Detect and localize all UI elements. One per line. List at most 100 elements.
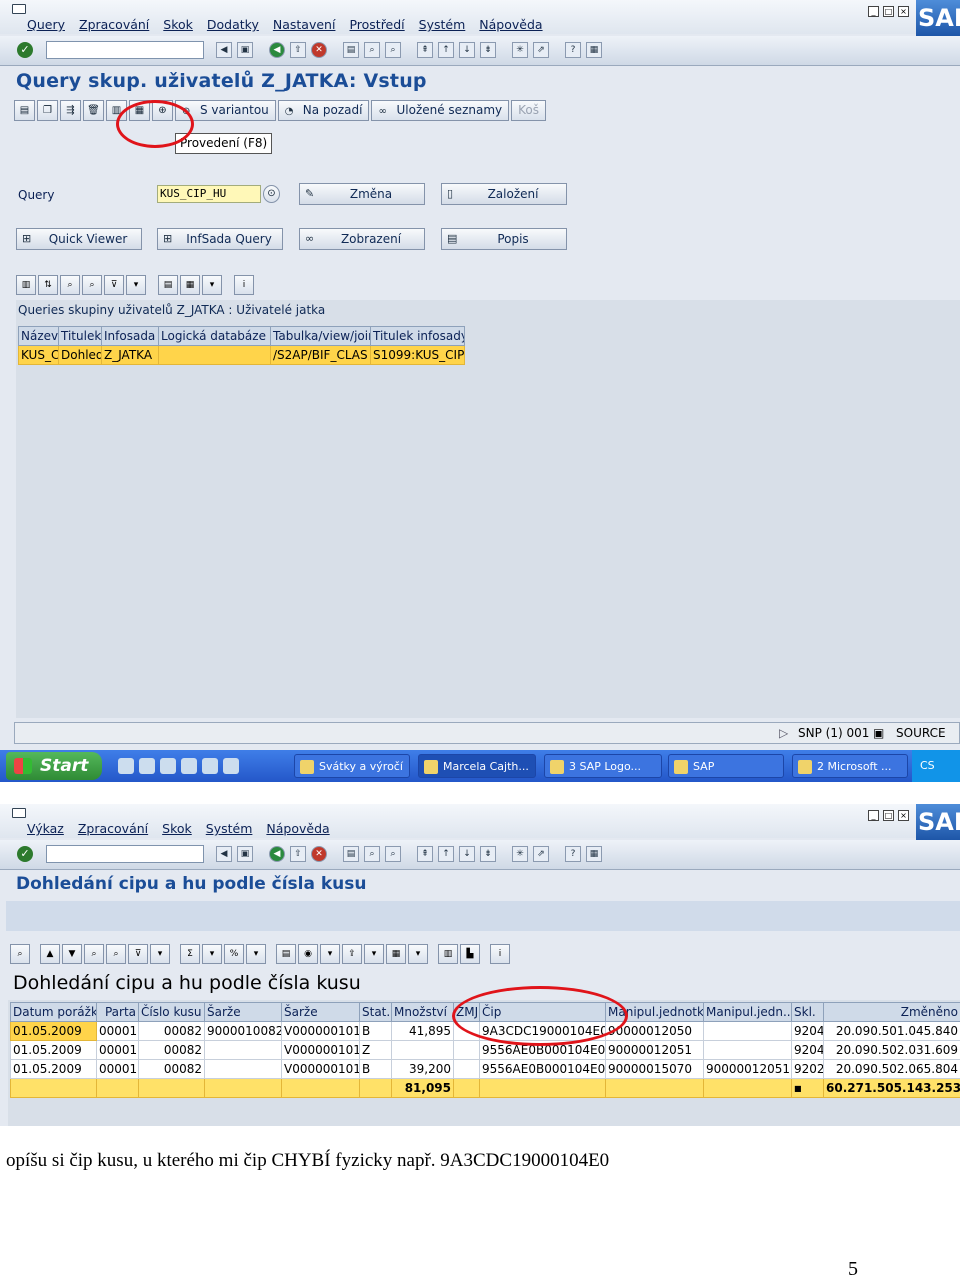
- dropdown-icon[interactable]: ▾: [126, 275, 146, 295]
- layout-icon[interactable]: ▦: [386, 944, 406, 964]
- find-next-icon[interactable]: ⌕: [82, 275, 102, 295]
- find-next-icon[interactable]: ⌕: [106, 944, 126, 964]
- cell-batch[interactable]: [205, 1060, 282, 1079]
- find-icon[interactable]: ⌕: [84, 944, 104, 964]
- status-server-icon[interactable]: ▣: [873, 726, 884, 740]
- column-header[interactable]: Množství: [392, 1003, 454, 1022]
- start-button[interactable]: Start: [6, 752, 102, 780]
- new-session-icon[interactable]: ✳: [512, 846, 528, 862]
- exit-icon[interactable]: ⇧: [290, 42, 306, 58]
- app-icon[interactable]: [223, 758, 239, 774]
- taskbar-item[interactable]: 3 SAP Logo...: [544, 754, 662, 778]
- cancel-icon[interactable]: ✕: [311, 42, 327, 58]
- menu-help[interactable]: Nápověda: [266, 821, 329, 836]
- close-icon[interactable]: ×: [898, 810, 909, 821]
- cancel-icon[interactable]: ✕: [311, 846, 327, 862]
- transport-icon[interactable]: ⇶: [60, 100, 81, 121]
- column-header[interactable]: Datum porážky: [11, 1003, 97, 1022]
- menu-goto[interactable]: Skok: [163, 17, 193, 32]
- back-icon[interactable]: ◀: [269, 42, 285, 58]
- save-icon[interactable]: [160, 758, 176, 774]
- system-menu-icon[interactable]: [12, 808, 26, 818]
- app-icon[interactable]: [202, 758, 218, 774]
- filter-icon[interactable]: ⊽: [104, 275, 124, 295]
- maximize-icon[interactable]: □: [883, 6, 894, 17]
- save-icon[interactable]: ▣: [237, 42, 253, 58]
- prev-page-icon[interactable]: ↑: [438, 42, 454, 58]
- column-header[interactable]: Titulek: [59, 327, 102, 346]
- column-header[interactable]: Číslo kusu: [139, 1003, 205, 1022]
- outlook-icon[interactable]: [139, 758, 155, 774]
- cell-batch2[interactable]: V000000101: [282, 1041, 360, 1060]
- execute-print-icon[interactable]: ▤: [14, 100, 35, 121]
- query-input[interactable]: KUS_CIP_HU: [157, 185, 261, 203]
- dropdown-icon[interactable]: ▾: [408, 944, 428, 964]
- cell-batch2[interactable]: V000000101: [282, 1060, 360, 1079]
- minimize-icon[interactable]: _: [868, 6, 879, 17]
- dropdown-icon[interactable]: ▾: [246, 944, 266, 964]
- cell-piece-number[interactable]: 00082: [139, 1041, 205, 1060]
- cell-infoset-title[interactable]: S1099:KUS_CIP: [371, 346, 465, 365]
- chart-icon[interactable]: ▙: [460, 944, 480, 964]
- layout-icon[interactable]: ▦: [586, 42, 602, 58]
- taskbar-item[interactable]: Marcela Cajth...: [418, 754, 536, 778]
- column-header[interactable]: Stat.: [360, 1003, 392, 1022]
- cell-handling-unit[interactable]: 90000015070: [606, 1060, 704, 1079]
- taskbar-item[interactable]: Svátky a výročí: [294, 754, 410, 778]
- last-page-icon[interactable]: ⇟: [480, 846, 496, 862]
- print-icon[interactable]: ▤: [276, 944, 296, 964]
- dropdown-icon[interactable]: ▾: [202, 944, 222, 964]
- cell-logical-db[interactable]: [159, 346, 271, 365]
- cell-batch[interactable]: [205, 1041, 282, 1060]
- cell-date[interactable]: 01.05.2009: [11, 1060, 97, 1079]
- maximize-icon[interactable]: □: [883, 810, 894, 821]
- cell-party[interactable]: 00001: [97, 1060, 139, 1079]
- cell-piece-number[interactable]: 00082: [139, 1060, 205, 1079]
- new-session-icon[interactable]: ✳: [512, 42, 528, 58]
- cell-table[interactable]: /S2AP/BIF_CLAS: [271, 346, 371, 365]
- menu-settings[interactable]: Nastavení: [273, 17, 336, 32]
- cell-name[interactable]: KUS_CIP_HU: [19, 346, 59, 365]
- views-icon[interactable]: ◉: [298, 944, 318, 964]
- save-icon[interactable]: ▣: [237, 846, 253, 862]
- cell-storage[interactable]: 9204: [792, 1041, 824, 1060]
- column-header[interactable]: Název: [19, 327, 59, 346]
- cell-unit[interactable]: [454, 1041, 480, 1060]
- change-button[interactable]: ✎Změna: [299, 183, 425, 205]
- exit-icon[interactable]: ⇧: [290, 846, 306, 862]
- cell-storage[interactable]: 9204: [792, 1022, 824, 1041]
- subtotal-icon[interactable]: %: [224, 944, 244, 964]
- table-row[interactable]: KUS_CIP_HU Dohledání čipu Z_JATKA /S2AP/…: [19, 346, 465, 365]
- taskbar-item[interactable]: SAP: [668, 754, 784, 778]
- first-page-icon[interactable]: ⇞: [417, 846, 433, 862]
- back-icon[interactable]: ◀: [269, 846, 285, 862]
- layout-icon[interactable]: ▦: [586, 846, 602, 862]
- cell-chip[interactable]: 9556AE0B000104E0: [480, 1060, 606, 1079]
- menu-environment[interactable]: Prostředí: [349, 17, 404, 32]
- column-header[interactable]: Logická databáze: [159, 327, 271, 346]
- help-icon[interactable]: ?: [565, 846, 581, 862]
- menu-goto[interactable]: Skok: [162, 821, 192, 836]
- cell-handling-unit2[interactable]: 90000012051: [704, 1060, 792, 1079]
- menu-processing[interactable]: Zpracování: [78, 821, 148, 836]
- column-header[interactable]: Parta: [97, 1003, 139, 1022]
- ie-icon[interactable]: [118, 758, 134, 774]
- sum-icon[interactable]: Σ: [180, 944, 200, 964]
- quick-viewer-button[interactable]: ⊞Quick Viewer: [16, 228, 142, 250]
- cell-status[interactable]: B: [360, 1060, 392, 1079]
- matchcode-icon[interactable]: ⊙: [263, 185, 280, 203]
- info-icon[interactable]: i: [490, 944, 510, 964]
- details-icon[interactable]: ▥: [16, 275, 36, 295]
- table-row[interactable]: 01.05.2009 00001 00082 V000000101 Z 9556…: [11, 1041, 960, 1060]
- menu-system[interactable]: Systém: [419, 17, 466, 32]
- column-header[interactable]: Manipul.jedn...: [704, 1003, 792, 1022]
- sort-icon[interactable]: ⇅: [38, 275, 58, 295]
- menu-extras[interactable]: Dodatky: [207, 17, 259, 32]
- close-icon[interactable]: ×: [898, 6, 909, 17]
- next-page-icon[interactable]: ↓: [459, 42, 475, 58]
- cell-batch[interactable]: 9000010082: [205, 1022, 282, 1041]
- cell-infoset[interactable]: Z_JATKA: [102, 346, 159, 365]
- cell-status[interactable]: B: [360, 1022, 392, 1041]
- back-arrow-icon[interactable]: ◀: [216, 846, 232, 862]
- print-icon[interactable]: ▤: [343, 846, 359, 862]
